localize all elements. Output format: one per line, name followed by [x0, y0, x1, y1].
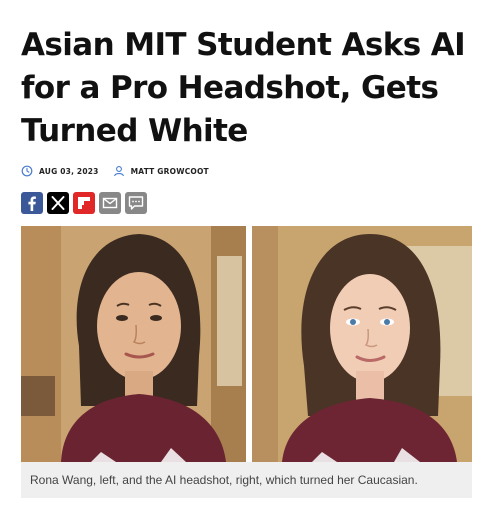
ai-headshot-image	[252, 226, 472, 462]
article-meta: AUG 03, 2023 MATT GROWCOOT	[21, 164, 209, 178]
original-photo-image	[21, 226, 246, 462]
email-icon[interactable]	[99, 192, 121, 214]
user-icon	[113, 166, 124, 177]
ai-headshot-photo	[252, 226, 472, 462]
article-headline: Asian MIT Student Asks AI for a Pro Head…	[21, 27, 466, 149]
x-icon[interactable]	[47, 192, 69, 214]
comment-icon[interactable]	[125, 192, 147, 214]
original-photo	[21, 226, 246, 462]
facebook-icon[interactable]	[21, 192, 43, 214]
publish-date: AUG 03, 2023	[39, 166, 99, 176]
date-meta: AUG 03, 2023	[21, 165, 99, 177]
author-meta[interactable]: MATT GROWCOOT	[113, 165, 209, 177]
author-name[interactable]: MATT GROWCOOT	[131, 167, 209, 176]
clock-icon	[21, 165, 33, 177]
flipboard-icon[interactable]	[73, 192, 95, 214]
photo-caption: Rona Wang, left, and the AI headshot, ri…	[21, 462, 472, 498]
share-bar	[21, 192, 147, 214]
